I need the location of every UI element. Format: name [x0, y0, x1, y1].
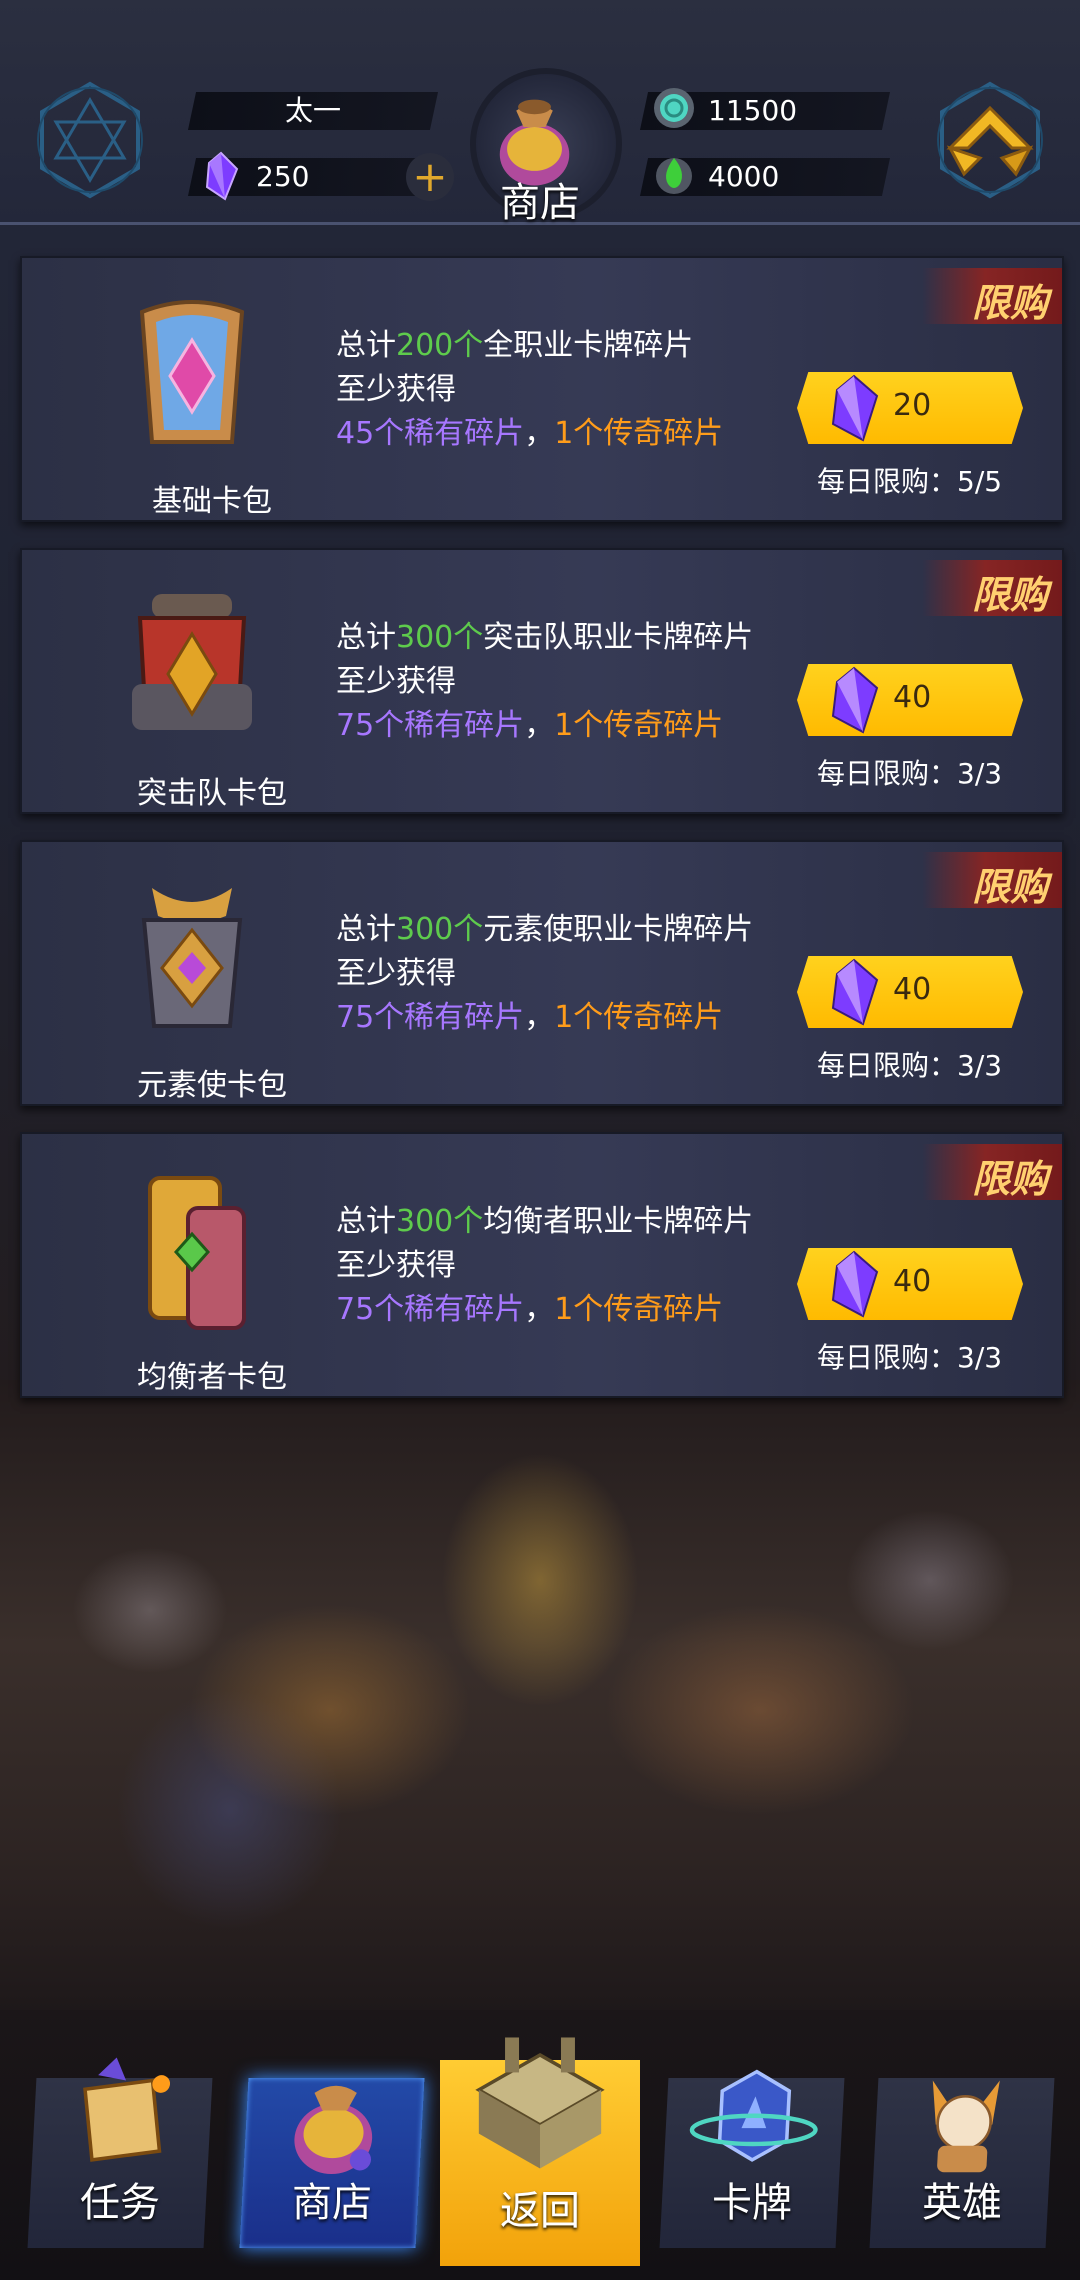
back-button[interactable] [928, 78, 1052, 202]
daily-limit: 每日限购：5/5 [817, 465, 1003, 498]
nav-heroes-label: 英雄 [922, 2180, 1002, 2226]
pack-guarantee-label: 至少获得 [336, 1248, 456, 1283]
limited-tag: 限购 [922, 852, 1062, 909]
offer-card-commando: 突击队卡包 总计300个突击队职业卡牌碎片 至少获得 75个稀有碎片，1个传奇碎… [20, 548, 1064, 814]
pack-name: 突击队卡包 [137, 776, 287, 811]
pack-guarantee-label: 至少获得 [336, 372, 456, 407]
page-title: 商店 [500, 180, 580, 226]
player-name: 太一 [284, 94, 341, 127]
nav-tasks-label: 任务 [80, 2180, 160, 2226]
basic-card-pack-icon [139, 300, 245, 444]
pack-name: 基础卡包 [152, 484, 272, 519]
commando-card-pack-icon [132, 594, 252, 730]
plus-icon: + [412, 152, 448, 201]
daily-limit: 每日限购：3/3 [817, 757, 1003, 790]
purple-gem-icon [831, 958, 879, 1026]
buy-button[interactable]: 40 [797, 664, 1023, 736]
purple-gem-icon [831, 1250, 879, 1318]
essence-balance: 4000 [708, 160, 780, 193]
daily-limit: 每日限购：3/3 [817, 1049, 1003, 1082]
pack-total-line: 总计300个元素使职业卡牌碎片 [336, 912, 754, 947]
limited-tag: 限购 [922, 1144, 1062, 1201]
balancer-card-pack-icon [148, 1176, 246, 1330]
back-arrow-icon [946, 105, 1034, 177]
buy-button[interactable]: 40 [797, 956, 1023, 1028]
background-blurred-scene [0, 1380, 1080, 2040]
hexagram-emblem-icon [37, 81, 143, 199]
castle-icon [475, 2037, 605, 2169]
purple-gem-icon [831, 666, 879, 734]
price: 20 [893, 388, 932, 423]
nav-shop-label: 商店 [292, 2180, 372, 2226]
price: 40 [893, 680, 932, 715]
pack-guarantee-line: 75个稀有碎片，1个传奇碎片 [336, 1000, 724, 1035]
pack-guarantee-label: 至少获得 [336, 664, 456, 699]
nav-cards-label: 卡牌 [712, 2180, 792, 2226]
top-bar: 太一 250 + 商店 11500 4000 [0, 0, 1080, 226]
pack-total-line: 总计300个均衡者职业卡牌碎片 [336, 1204, 754, 1239]
offer-card-balancer: 均衡者卡包 总计300个均衡者职业卡牌碎片 至少获得 75个稀有碎片，1个传奇碎… [20, 1132, 1064, 1398]
purple-gem-icon [831, 374, 879, 442]
green-flame-icon [656, 158, 692, 194]
pack-total-line: 总计300个突击队职业卡牌碎片 [336, 620, 754, 655]
price: 40 [893, 972, 932, 1007]
add-gems-button[interactable]: + [406, 153, 454, 201]
pack-guarantee-line: 75个稀有碎片，1个传奇碎片 [336, 708, 724, 743]
buy-button[interactable]: 40 [797, 1248, 1023, 1320]
pack-guarantee-label: 至少获得 [336, 956, 456, 991]
pack-guarantee-line: 45个稀有碎片，1个传奇碎片 [336, 416, 724, 451]
gem-balance: 250 [256, 160, 310, 193]
limited-tag: 限购 [922, 268, 1062, 325]
purple-gem-icon [205, 151, 239, 201]
price: 40 [893, 1264, 932, 1299]
pack-guarantee-line: 75个稀有碎片，1个传奇碎片 [336, 1292, 724, 1327]
daily-limit: 每日限购：3/3 [817, 1341, 1003, 1374]
pack-name: 均衡者卡包 [137, 1360, 287, 1395]
pack-name: 元素使卡包 [137, 1068, 287, 1103]
coin-balance: 11500 [708, 94, 798, 127]
buy-button[interactable]: 20 [797, 372, 1023, 444]
limited-tag: 限购 [922, 560, 1062, 617]
offer-card-basic: 基础卡包 总计200个全职业卡牌碎片 至少获得 45个稀有碎片，1个传奇碎片 限… [20, 256, 1064, 522]
elementalist-card-pack-icon [141, 888, 243, 1028]
nav-back-label: 返回 [500, 2188, 580, 2234]
teal-coin-icon [654, 88, 694, 128]
offer-card-elementalist: 元素使卡包 总计300个元素使职业卡牌碎片 至少获得 75个稀有碎片，1个传奇碎… [20, 840, 1064, 1106]
pack-total-line: 总计200个全职业卡牌碎片 [336, 328, 694, 363]
